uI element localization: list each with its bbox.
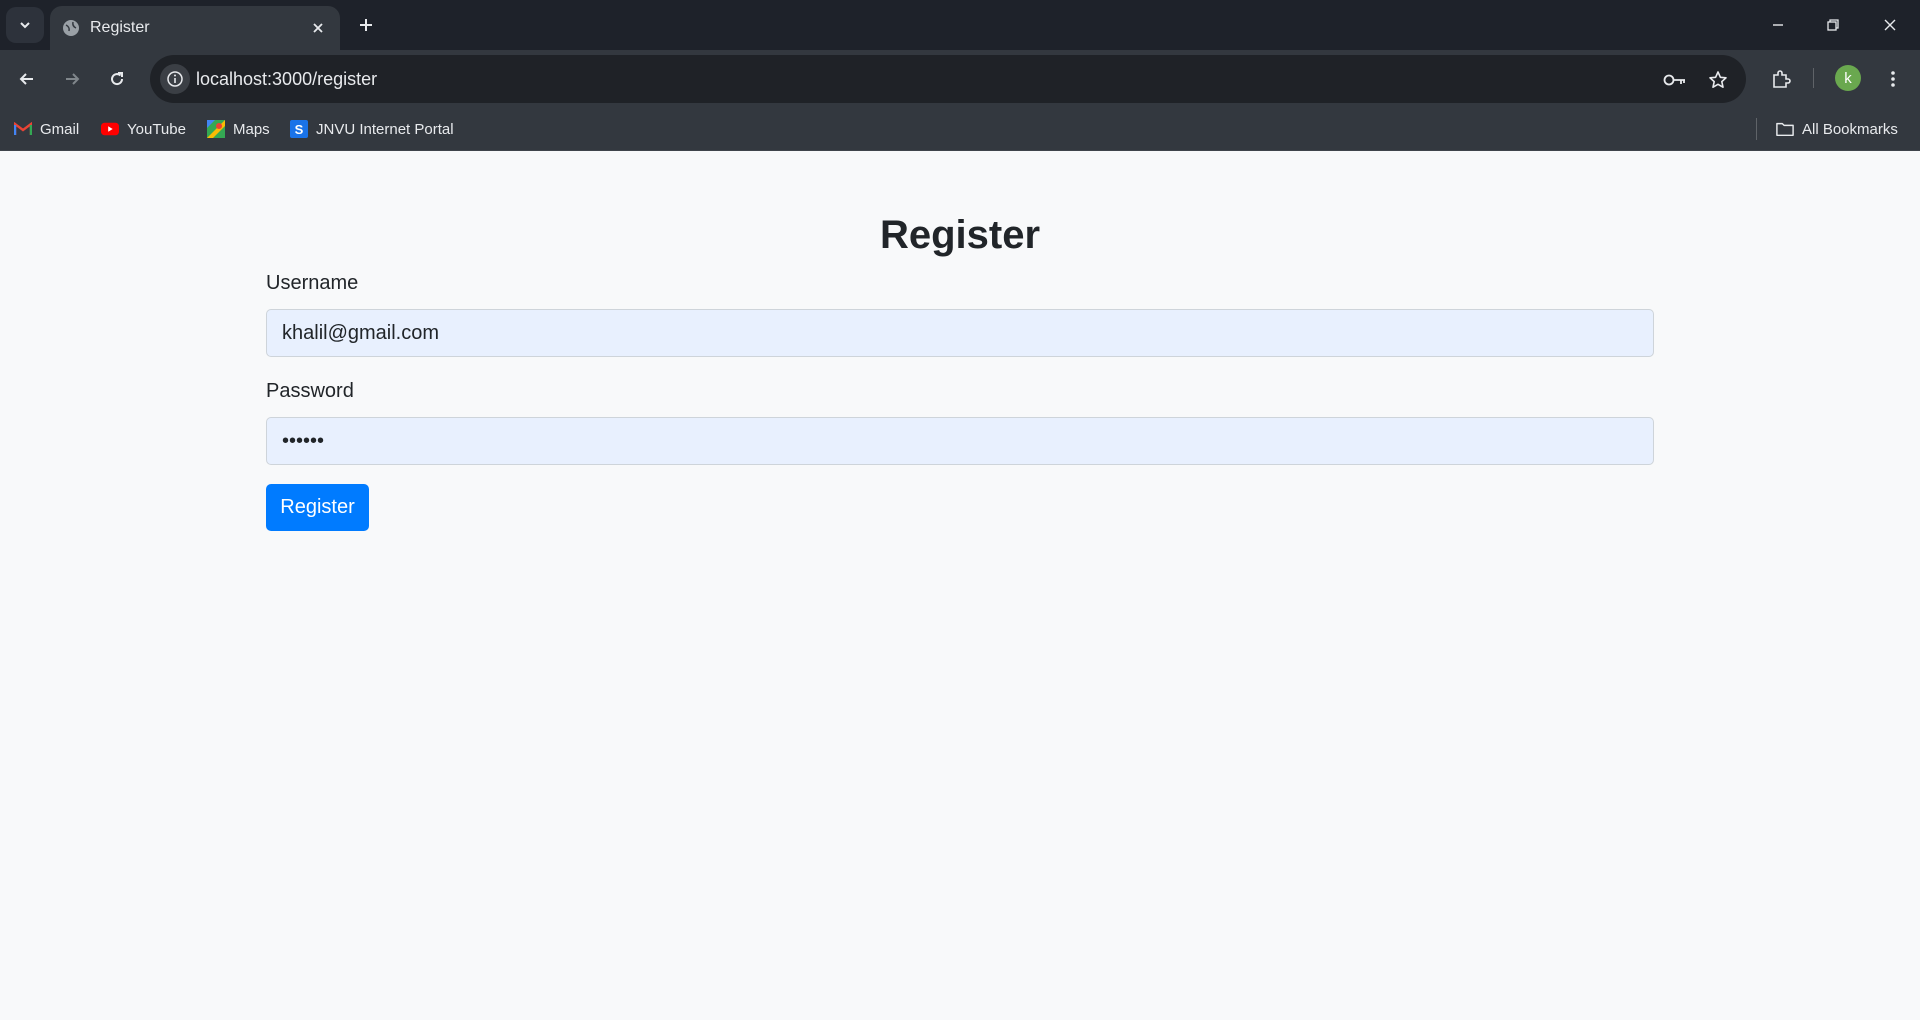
bookmark-label: JNVU Internet Portal [316, 120, 454, 138]
arrow-right-icon [66, 73, 80, 85]
close-icon [1884, 19, 1896, 31]
new-tab-button[interactable] [352, 11, 380, 39]
folder-icon [1776, 120, 1794, 138]
bookmarks-divider [1756, 118, 1757, 140]
plus-icon [360, 19, 372, 31]
page-title: Register [879, 213, 1041, 257]
key-icon[interactable] [1662, 67, 1688, 93]
page-content: Register Username Password Register [0, 151, 1920, 1020]
toolbar-divider [1813, 68, 1814, 88]
gmail-icon [14, 120, 32, 138]
site-info-icon[interactable] [160, 64, 190, 94]
chevron-down-icon [20, 22, 30, 29]
minimize-button[interactable] [1758, 8, 1798, 42]
register-button[interactable]: Register [266, 484, 369, 531]
password-input[interactable] [266, 417, 1654, 465]
all-bookmarks-button[interactable]: All Bookmarks [1776, 118, 1898, 140]
arrow-left-icon [19, 73, 33, 85]
tab-title: Register [90, 19, 150, 36]
kebab-menu-icon[interactable] [1876, 62, 1910, 96]
minimize-icon [1773, 24, 1783, 26]
reload-button[interactable] [100, 62, 134, 96]
tab-register[interactable]: Register [50, 6, 340, 50]
window-close-button[interactable] [1870, 8, 1910, 42]
maps-icon [207, 120, 225, 138]
username-label: Username [266, 272, 359, 294]
tab-search-button[interactable] [6, 7, 44, 43]
back-button[interactable] [10, 62, 44, 96]
address-bar[interactable]: localhost:3000/register [150, 55, 1746, 103]
profile-avatar[interactable]: k [1835, 65, 1861, 91]
password-label: Password [266, 380, 354, 402]
globe-icon [63, 20, 79, 36]
close-icon[interactable] [308, 18, 328, 38]
restore-button[interactable] [1813, 8, 1853, 42]
url-text[interactable]: localhost:3000/register [196, 69, 377, 90]
bookmark-youtube[interactable]: YouTube [101, 118, 186, 140]
jnvu-icon: S [290, 120, 308, 138]
browser-toolbar: localhost:3000/register k [0, 50, 1920, 108]
bookmark-label: Gmail [40, 120, 80, 138]
username-input[interactable] [266, 309, 1654, 357]
bookmark-gmail[interactable]: Gmail [14, 118, 79, 140]
svg-text:S: S [295, 122, 304, 137]
bookmark-label: Maps [233, 120, 270, 138]
bookmark-maps[interactable]: Maps [207, 118, 270, 140]
bookmarks-bar: Gmail YouTube Maps S JNVU Internet Porta… [0, 108, 1920, 151]
star-icon[interactable] [1705, 67, 1731, 93]
all-bookmarks-label: All Bookmarks [1802, 120, 1898, 138]
extensions-icon[interactable] [1764, 62, 1798, 96]
bookmark-label: YouTube [127, 120, 186, 138]
reload-icon [111, 72, 124, 86]
bookmark-jnvu[interactable]: S JNVU Internet Portal [290, 118, 454, 140]
tab-strip: Register [0, 0, 1920, 50]
youtube-icon [101, 120, 119, 138]
forward-button[interactable] [55, 62, 89, 96]
restore-icon [1827, 19, 1839, 31]
